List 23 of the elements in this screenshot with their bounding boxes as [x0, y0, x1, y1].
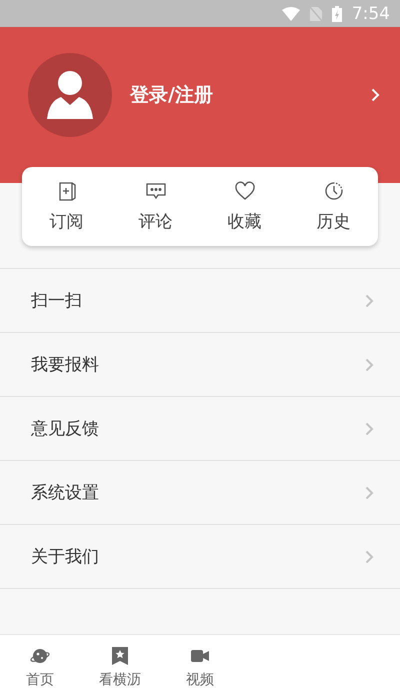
- nav-tab[interactable]: 首页: [0, 635, 80, 700]
- nav-tab[interactable]: 视频: [160, 635, 240, 700]
- nav-tab[interactable]: 看横沥: [80, 635, 160, 700]
- status-time: 7:54: [352, 4, 390, 24]
- no-sim-icon: [310, 6, 322, 20]
- battery-charging-icon: [332, 6, 342, 22]
- shortcut-button[interactable]: 评论: [111, 167, 200, 246]
- shortcut-button[interactable]: 收藏: [200, 167, 289, 246]
- chevron-icon: [371, 88, 380, 102]
- bookmark-star-icon: [112, 646, 128, 664]
- chevron-icon: [365, 294, 374, 308]
- shortcut-button[interactable]: 订阅: [22, 167, 111, 246]
- planet-icon: [30, 646, 50, 664]
- login-button[interactable]: 登录/注册: [112, 82, 380, 108]
- wifi-icon: [282, 6, 300, 20]
- chevron-icon: [365, 486, 374, 500]
- shortcut-button[interactable]: 历史: [289, 167, 378, 246]
- heart-icon: [234, 180, 256, 202]
- chevron-icon: [365, 550, 374, 564]
- avatar-icon[interactable]: [28, 53, 112, 137]
- chevron-icon: [365, 422, 374, 436]
- clock-icon: [322, 180, 344, 202]
- chevron-icon: [365, 358, 374, 372]
